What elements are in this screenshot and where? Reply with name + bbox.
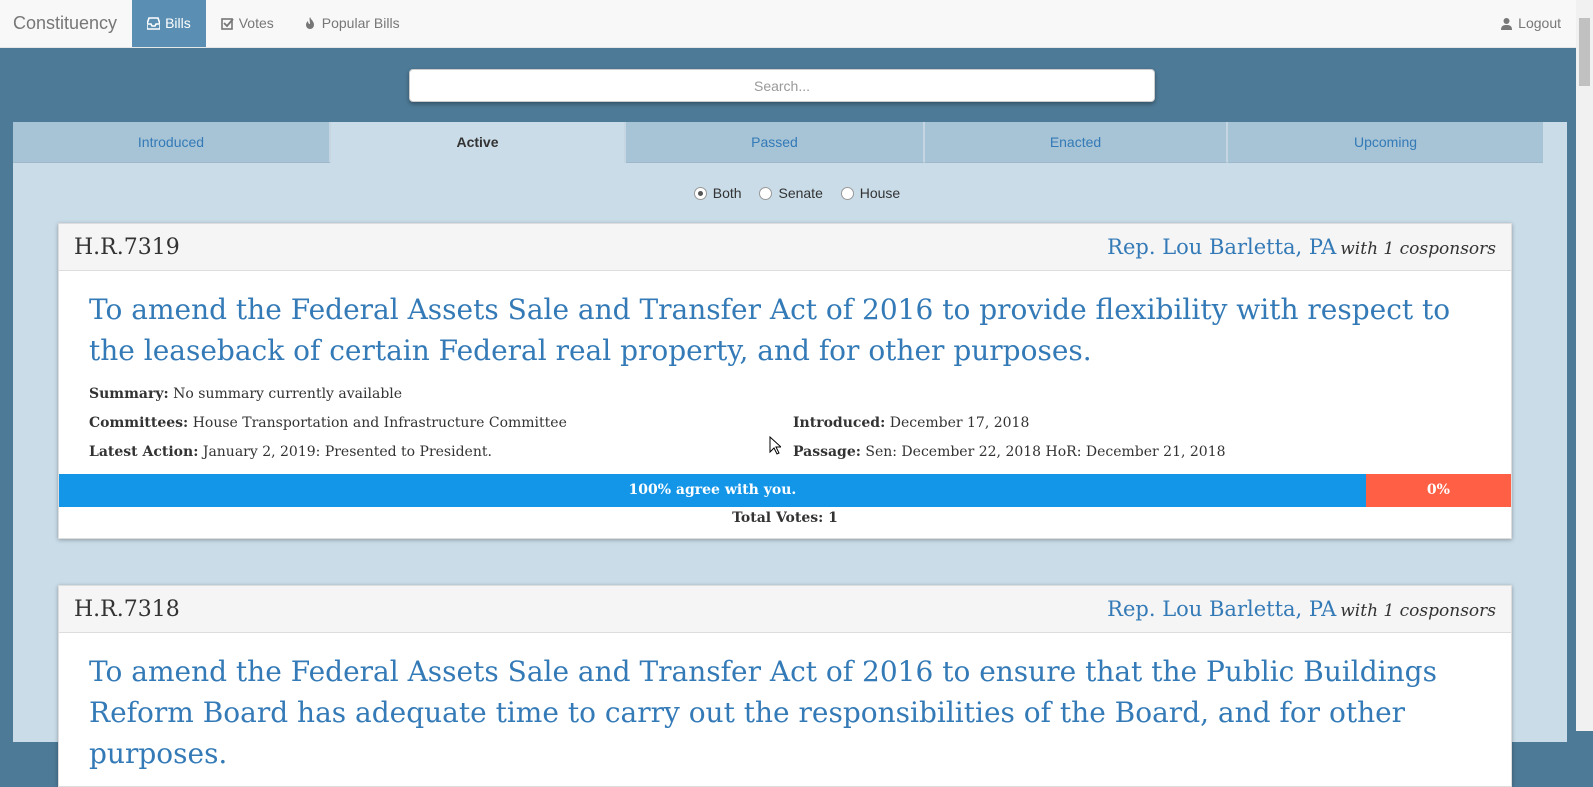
bill-card: H.R.7319 Rep. Lou Barletta, PA with 1 cos… <box>58 223 1512 539</box>
logout-label: Logout <box>1518 15 1561 31</box>
inbox-icon <box>147 17 161 30</box>
committees-row: Committees: House Transportation and Inf… <box>89 408 1481 437</box>
introduced-label: Introduced: <box>793 414 886 431</box>
tab-upcoming[interactable]: Upcoming <box>1228 122 1543 163</box>
total-votes: Total Votes: 1 <box>732 510 838 526</box>
tab-introduced[interactable]: Introduced <box>13 122 331 163</box>
navbar: Constituency Bills Votes Popular Bills L… <box>0 0 1576 48</box>
search-input[interactable]: Search... <box>409 69 1155 102</box>
page-scrollbar[interactable] <box>1576 0 1593 731</box>
bill-id: H.R.7318 <box>74 596 180 622</box>
radio-house-label[interactable]: House <box>860 185 900 201</box>
vote-disagree-segment: 0% <box>1365 474 1511 507</box>
bill-title-link[interactable]: To amend the Federal Assets Sale and Tra… <box>59 633 1511 774</box>
vote-agree-segment: 100% agree with you. <box>59 474 1366 507</box>
nav-bills-label: Bills <box>165 15 191 31</box>
bill-sponsor-link[interactable]: Rep. Lou Barletta, PA <box>1107 597 1336 621</box>
user-icon <box>1501 18 1513 30</box>
nav-popular-bills-label: Popular Bills <box>321 15 400 31</box>
bill-cosponsors: with 1 cosponsors <box>1340 239 1496 259</box>
bill-sponsor-link[interactable]: Rep. Lou Barletta, PA <box>1107 235 1336 259</box>
summary-row: Summary: No summary currently available <box>89 379 1481 408</box>
summary-value: No summary currently available <box>173 385 403 402</box>
bill-sponsor-block: Rep. Lou Barletta, PA with 1 cosponsors <box>1107 235 1496 259</box>
chamber-filter: Both Senate House <box>13 185 1567 201</box>
bill-cosponsors: with 1 cosponsors <box>1340 601 1496 621</box>
bills-panel: Introduced Active Passed Enacted Upcomin… <box>13 122 1567 787</box>
radio-both[interactable] <box>693 186 707 200</box>
logout-link[interactable]: Logout <box>1485 0 1576 47</box>
bill-card: H.R.7318 Rep. Lou Barletta, PA with 1 cos… <box>58 585 1512 787</box>
action-row: Latest Action: January 2, 2019: Presente… <box>89 437 1481 466</box>
tab-passed[interactable]: Passed <box>626 122 925 163</box>
summary-label: Summary: <box>89 385 169 402</box>
bill-status-tabs: Introduced Active Passed Enacted Upcomin… <box>13 122 1567 163</box>
latest-action-value: January 2, 2019: Presented to President. <box>202 443 492 460</box>
passage-value: Sen: December 22, 2018 HoR: December 21,… <box>865 443 1226 460</box>
bill-header: H.R.7318 Rep. Lou Barletta, PA with 1 cos… <box>59 586 1511 633</box>
scrollbar-thumb[interactable] <box>1579 18 1590 86</box>
brand-link[interactable]: Constituency <box>0 0 132 47</box>
bill-header: H.R.7319 Rep. Lou Barletta, PA with 1 cos… <box>59 224 1511 271</box>
introduced-value: December 17, 2018 <box>889 414 1030 431</box>
bill-id: H.R.7319 <box>74 234 180 260</box>
nav-popular-bills[interactable]: Popular Bills <box>289 0 415 47</box>
nav-votes-label: Votes <box>238 15 274 31</box>
tab-active[interactable]: Active <box>331 122 626 163</box>
radio-both-label[interactable]: Both <box>713 185 742 201</box>
bill-sponsor-block: Rep. Lou Barletta, PA with 1 cosponsors <box>1107 597 1496 621</box>
radio-senate-label[interactable]: Senate <box>778 185 822 201</box>
latest-action-label: Latest Action: <box>89 443 199 460</box>
bill-title-link[interactable]: To amend the Federal Assets Sale and Tra… <box>59 271 1511 371</box>
check-square-icon <box>220 18 234 30</box>
vote-bar: 100% agree with you. 0% <box>59 474 1511 507</box>
nav-votes[interactable]: Votes <box>206 0 289 47</box>
bill-info: Summary: No summary currently available … <box>59 379 1511 466</box>
committees-value: House Transportation and Infrastructure … <box>192 414 567 431</box>
nav-bills[interactable]: Bills <box>132 0 206 47</box>
committees-label: Committees: <box>89 414 189 431</box>
mouse-cursor-icon <box>769 436 781 455</box>
tab-enacted[interactable]: Enacted <box>925 122 1228 163</box>
radio-house[interactable] <box>840 186 854 200</box>
radio-senate[interactable] <box>759 186 773 200</box>
passage-label: Passage: <box>793 443 861 460</box>
fire-icon <box>305 17 314 29</box>
